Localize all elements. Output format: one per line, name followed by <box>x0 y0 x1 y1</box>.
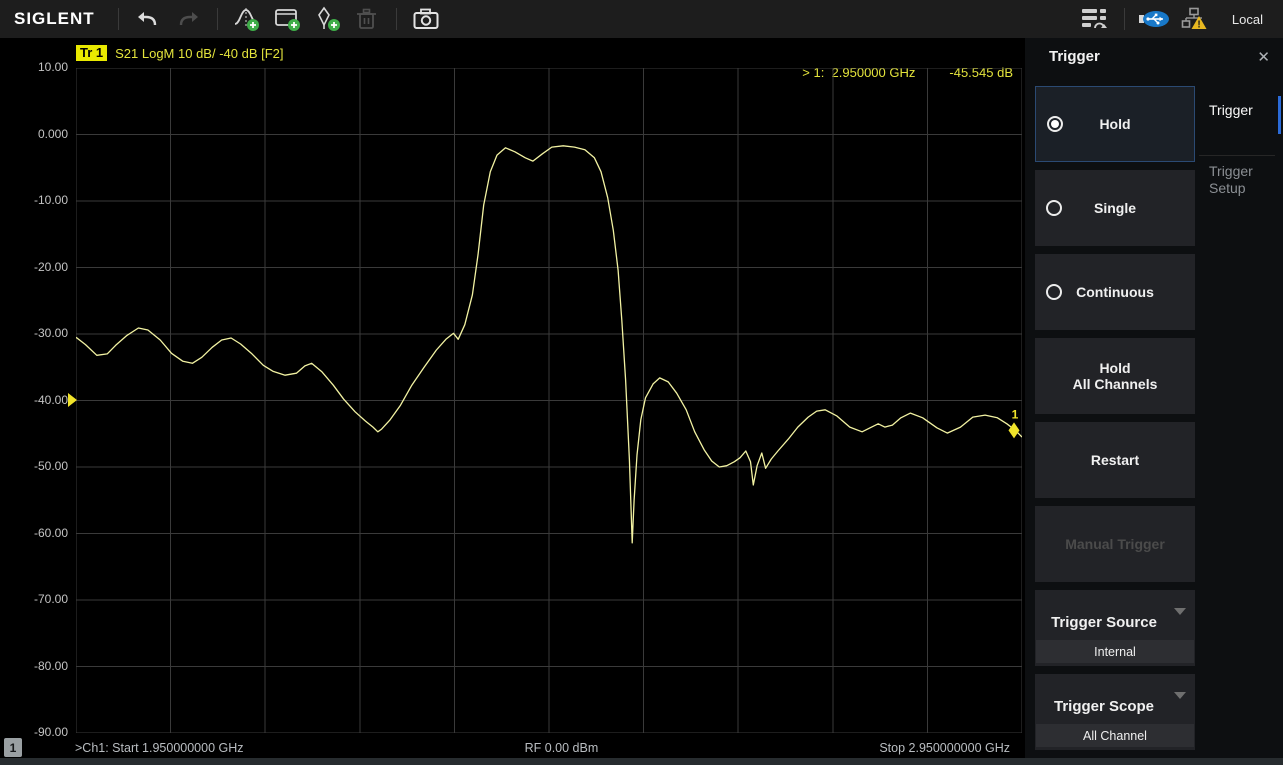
delete-button[interactable] <box>351 4 383 34</box>
restart-label: Restart <box>1035 452 1195 468</box>
panel-tab-strip: Trigger Trigger Setup <box>1195 38 1283 765</box>
lan-status-button[interactable]: ! <box>1178 4 1210 34</box>
chart-wrap: 1 <box>76 68 1022 733</box>
usb-icon <box>1138 10 1170 28</box>
restart-button[interactable]: Restart <box>1035 422 1195 498</box>
add-marker-button[interactable] <box>311 4 343 34</box>
y-axis-tick: -30.00 <box>4 326 68 340</box>
screenshot-button[interactable] <box>410 4 442 34</box>
y-axis-tick: -10.00 <box>4 193 68 207</box>
sweep-mode-icon <box>1081 7 1109 31</box>
tab-label: Trigger Setup <box>1209 163 1253 196</box>
hold-all-channels-label: Hold All Channels <box>1035 360 1195 392</box>
toolbar-divider <box>1124 8 1125 30</box>
undo-icon <box>137 10 159 28</box>
trash-icon <box>354 6 380 32</box>
trigger-source-label: Trigger Source <box>1041 614 1167 631</box>
redo-icon <box>177 10 199 28</box>
undo-button[interactable] <box>132 4 164 34</box>
chart-area[interactable]: 1 <box>76 68 1022 733</box>
top-toolbar: SIGLENT <box>0 0 1283 38</box>
stop-frequency-label[interactable]: Stop 2.950000000 GHz <box>879 741 1010 755</box>
single-button[interactable]: Single <box>1035 170 1195 246</box>
redo-button[interactable] <box>172 4 204 34</box>
continuous-button[interactable]: Continuous <box>1035 254 1195 330</box>
trigger-scope-dropdown[interactable]: Trigger Scope All Channel <box>1035 674 1195 750</box>
bottom-edge-strip <box>0 758 1283 765</box>
trace-settings-label[interactable]: S21 LogM 10 dB/ -40 dB [F2] <box>115 46 283 61</box>
reference-level-marker[interactable] <box>68 393 77 407</box>
trigger-source-dropdown[interactable]: Trigger Source Internal <box>1035 590 1195 666</box>
add-window-button[interactable] <box>271 4 303 34</box>
toolbar-divider <box>396 8 397 30</box>
siglent-logo: SIGLENT <box>14 9 95 29</box>
add-trace-button[interactable] <box>231 4 263 34</box>
start-frequency-label[interactable]: >Ch1: Start 1.950000000 GHz <box>75 741 244 755</box>
panel-title: Trigger <box>1049 48 1100 65</box>
trigger-scope-value[interactable]: All Channel <box>1036 724 1194 747</box>
marker-diamond[interactable] <box>1009 422 1020 438</box>
continuous-label: Continuous <box>1035 284 1195 300</box>
y-axis-tick: -50.00 <box>4 459 68 473</box>
plot-region: Tr 1 S21 LogM 10 dB/ -40 dB [F2] > 1: 2.… <box>0 38 1025 765</box>
chevron-down-icon <box>1174 608 1186 615</box>
channel-status-bar: 1 >Ch1: Start 1.950000000 GHz RF 0.00 dB… <box>0 737 1025 759</box>
chevron-down-icon <box>1174 692 1186 699</box>
add-window-icon <box>273 6 301 32</box>
tab-divider <box>1199 155 1275 156</box>
marker-number-label: 1 <box>1012 407 1019 421</box>
y-axis-tick: 0.000 <box>4 127 68 141</box>
trigger-scope-label: Trigger Scope <box>1041 698 1167 715</box>
tab-trigger-setup[interactable]: Trigger Setup <box>1195 163 1283 197</box>
add-trace-icon <box>233 6 261 32</box>
hold-all-channels-button[interactable]: Hold All Channels <box>1035 338 1195 414</box>
hold-label: Hold <box>1036 116 1194 132</box>
manual-trigger-button: Manual Trigger <box>1035 506 1195 582</box>
toolbar-divider <box>118 8 119 30</box>
tab-trigger[interactable]: Trigger <box>1195 102 1283 119</box>
usb-status-button[interactable] <box>1138 4 1170 34</box>
trace-badge[interactable]: Tr 1 <box>76 45 107 61</box>
y-axis-tick: -70.00 <box>4 592 68 606</box>
y-axis-tick: -20.00 <box>4 260 68 274</box>
local-mode-button[interactable]: Local <box>1232 12 1263 27</box>
y-axis-tick: -40.00 <box>4 393 68 407</box>
channel-badge: 1 <box>4 738 22 757</box>
active-tab-indicator <box>1278 96 1281 134</box>
y-axis-tick: 10.00 <box>4 60 68 74</box>
trigger-source-value[interactable]: Internal <box>1036 640 1194 663</box>
single-label: Single <box>1035 200 1195 216</box>
toolbar-divider <box>217 8 218 30</box>
camera-icon <box>413 8 439 30</box>
trace-header[interactable]: Tr 1 S21 LogM 10 dB/ -40 dB [F2] <box>76 45 284 61</box>
y-axis-tick: -80.00 <box>4 659 68 673</box>
add-marker-icon <box>313 6 341 32</box>
trigger-panel: Trigger ✕ HoldSingleContinuousHold All C… <box>1025 38 1283 765</box>
hold-button[interactable]: Hold <box>1035 86 1195 162</box>
toolbar-right-group: ! Local <box>1075 4 1273 34</box>
lan-warning-icon: ! <box>1181 7 1207 31</box>
svg-text:!: ! <box>1197 20 1200 31</box>
y-axis-tick: -60.00 <box>4 526 68 540</box>
tab-label: Trigger <box>1209 102 1253 118</box>
manual-trigger-label: Manual Trigger <box>1035 536 1195 552</box>
rf-power-label[interactable]: RF 0.00 dBm <box>525 741 599 755</box>
sweep-mode-button[interactable] <box>1079 4 1111 34</box>
